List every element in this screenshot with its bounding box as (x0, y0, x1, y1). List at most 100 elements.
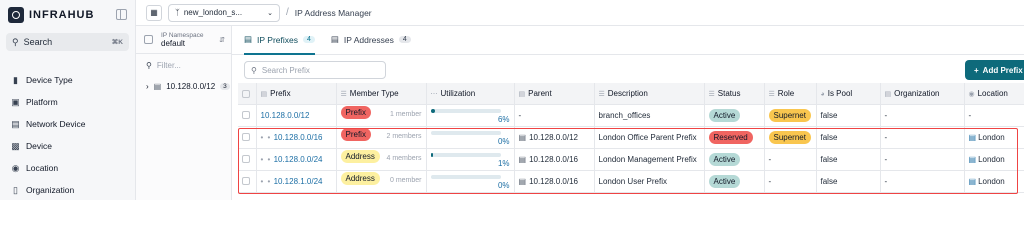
sidebar-item-device[interactable]: ▩ Device (0, 135, 136, 157)
location-cell[interactable]: ▤ London (964, 148, 1024, 171)
sidebar-search-button[interactable]: ⚲ Search ⌘K (6, 33, 129, 51)
utilization-cell: 0% (426, 170, 515, 193)
list-icon: ☰ (768, 90, 775, 98)
sidebar-item-label: Device (26, 141, 52, 151)
branch-icon: ▦ (150, 8, 158, 17)
column-header-role[interactable]: ☰ Role (764, 83, 817, 105)
column-header-member-type[interactable]: ☰ Member Type (336, 83, 427, 105)
sidebar-item-label: Organization (26, 185, 75, 195)
prefix-cell[interactable]: 10.128.0.0/12 (256, 104, 337, 127)
app-logo[interactable]: INFRAHUB (8, 7, 94, 23)
text-icon: ☰ (598, 90, 605, 98)
tab-count: 4 (302, 36, 315, 43)
status-badge: Reserved (708, 130, 753, 144)
organization-cell: - (880, 170, 965, 193)
tab-count: 4 (398, 36, 411, 43)
organization-cell: - (880, 104, 965, 127)
network-device-icon: ▤ (11, 118, 20, 129)
role-cell: - (764, 148, 817, 171)
table-row[interactable]: • • 10.128.0.0/24 Address 4 members 1% ▤ 1… (238, 148, 1024, 171)
location-cell[interactable]: ▤ London (964, 126, 1024, 149)
search-placeholder: Search Prefix (261, 65, 310, 75)
column-header-prefix[interactable]: ▤ Prefix (256, 83, 337, 105)
organization-value: - (884, 132, 888, 142)
chevron-up-down-icon: ⇵ (219, 36, 225, 44)
column-header-parent[interactable]: ▤ Parent (514, 83, 595, 105)
row-checkbox[interactable] (238, 126, 257, 149)
location-cell[interactable]: ▤ London (964, 170, 1024, 193)
sidebar-item-device-type[interactable]: ▮ Device Type (0, 69, 136, 91)
column-header-organization[interactable]: ▤ Organization (880, 83, 965, 105)
column-header-status[interactable]: ☰ Status (704, 83, 765, 105)
main-content: ▤ IP Prefixes 4 ▤ IP Addresses 4 ⚲ Searc… (232, 26, 1024, 200)
location-value[interactable]: London (978, 133, 1005, 142)
sidebar-item-location[interactable]: ◉ Location (0, 157, 136, 179)
add-prefix-button[interactable]: + Add Prefix (965, 60, 1024, 80)
parent-value[interactable]: 10.128.0.0/16 (529, 177, 578, 186)
tab-ip-prefixes[interactable]: ▤ IP Prefixes 4 (244, 25, 315, 55)
row-checkbox[interactable] (238, 148, 257, 171)
prefix-cell[interactable]: • • 10.128.1.0/24 (256, 170, 337, 193)
sidebar-item-organization[interactable]: ▯ Organization (0, 179, 136, 201)
relation-icon: ◉ (968, 90, 975, 98)
prefix-link[interactable]: 10.128.1.0/24 (274, 177, 323, 186)
utilization-bar-fill (430, 108, 435, 113)
branch-selector[interactable]: ᛉ new_london_s... ⌄ (168, 3, 280, 22)
member-type-cell: Address 0 member (336, 170, 427, 193)
column-header-location[interactable]: ◉ Location (964, 83, 1024, 105)
prefix-link[interactable]: 10.128.0.0/24 (274, 155, 323, 164)
parent-value: - (518, 110, 522, 120)
panel-toggle-icon[interactable] (144, 35, 153, 44)
member-type-cell: Address 4 members (336, 148, 427, 171)
row-checkbox[interactable] (238, 104, 257, 127)
search-icon: ⚲ (251, 65, 257, 75)
prefix-link[interactable]: 10.128.0.0/16 (274, 133, 323, 142)
column-header-description[interactable]: ☰ Description (594, 83, 705, 105)
column-header-utilization[interactable]: ⋯ Utilization (426, 83, 515, 105)
description-value: London Office Parent Prefix (598, 132, 697, 142)
row-checkbox[interactable] (238, 170, 257, 193)
sidebar-item-platform[interactable]: ▣ Platform (0, 91, 136, 113)
sidebar-item-network-device[interactable]: ▤ Network Device (0, 113, 136, 135)
status-cell: Active (704, 170, 765, 193)
sidebar-item-label: Device Type (26, 75, 73, 85)
parent-value[interactable]: 10.128.0.0/16 (529, 155, 578, 164)
parent-cell[interactable]: ▤ 10.128.0.0/12 (514, 126, 595, 149)
utilization-bar (430, 130, 501, 135)
prefix-link[interactable]: 10.128.0.0/12 (261, 111, 310, 120)
location-value[interactable]: London (978, 177, 1005, 186)
status-cell: Active (704, 148, 765, 171)
branch-menu-button[interactable]: ▦ (146, 4, 162, 21)
parent-value[interactable]: 10.128.0.0/12 (529, 133, 578, 142)
prefix-cell[interactable]: • • 10.128.0.0/16 (256, 126, 337, 149)
prefix-search-input[interactable]: ⚲ Search Prefix (244, 61, 386, 79)
search-icon: ⚲ (12, 36, 19, 47)
tree-item[interactable]: › ▤ 10.128.0.0/12 3 (136, 76, 231, 96)
prefix-cell[interactable]: • • 10.128.0.0/24 (256, 148, 337, 171)
role-badge: Supernet (768, 108, 811, 122)
description-value: branch_offices (598, 110, 651, 120)
sidebar-item-label: Location (26, 163, 59, 173)
sidebar: INFRAHUB ⚲ Search ⌘K ▮ Device Type ▣ Pla… (0, 0, 136, 200)
location-value[interactable]: London (978, 155, 1005, 164)
table-row[interactable]: 10.128.0.0/12 Prefix 1 member 6% - branch… (238, 104, 1024, 127)
member-type-cell: Prefix 2 members (336, 126, 427, 149)
collapse-sidebar-icon[interactable] (116, 9, 127, 20)
utilization-bar (430, 152, 501, 157)
table-row[interactable]: • • 10.128.1.0/24 Address 0 member 0% ▤ 10… (238, 170, 1024, 193)
column-header-is-pool[interactable]: ◕ Is Pool (816, 83, 881, 105)
namespace-filter-input[interactable]: ⚲ Filter... (136, 54, 231, 76)
namespace-selector[interactable]: IP Namespace default ⇵ (136, 26, 231, 54)
parent-cell[interactable]: ▤ 10.128.0.0/16 (514, 148, 595, 171)
select-all-checkbox[interactable] (238, 83, 257, 105)
role-badge: Supernet (768, 130, 811, 144)
tab-ip-addresses[interactable]: ▤ IP Addresses 4 (331, 25, 411, 54)
table-row[interactable]: • • 10.128.0.0/16 Prefix 2 members 0% ▤ 10… (238, 126, 1024, 149)
plus-icon: + (974, 65, 979, 75)
boolean-icon: ◕ (820, 90, 825, 98)
parent-cell[interactable]: ▤ 10.128.0.0/16 (514, 170, 595, 193)
chevron-right-icon[interactable]: › (146, 82, 149, 91)
member-type-badge: Prefix (340, 106, 371, 119)
sidebar-item-label: Platform (26, 97, 58, 107)
infrahub-logo-icon (8, 7, 24, 23)
